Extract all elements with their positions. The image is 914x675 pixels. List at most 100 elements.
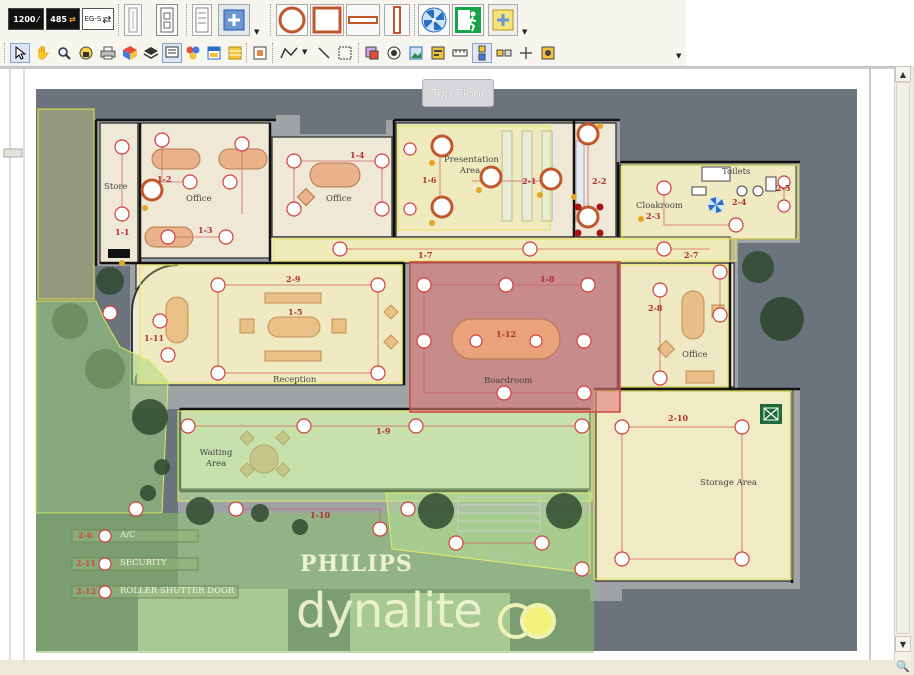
dyet-gateway-button[interactable]: EG-S ⇄ <box>82 8 114 30</box>
horizontal-line-tool-button[interactable] <box>346 4 380 36</box>
floor-tab-button[interactable]: Top Floor <box>422 79 494 107</box>
pan-hand-button[interactable]: ✋ <box>33 43 53 63</box>
toolbar-separator <box>4 43 8 63</box>
target-button[interactable] <box>384 43 404 63</box>
circle-tool-button[interactable] <box>276 4 308 36</box>
line-tool-button[interactable] <box>314 43 334 63</box>
rectangle-tool-button[interactable] <box>310 4 344 36</box>
color-layers-button[interactable] <box>120 43 140 63</box>
snap-button[interactable] <box>516 43 536 63</box>
vertical-line-tool-button[interactable] <box>384 4 410 36</box>
image-frame-icon <box>253 46 267 60</box>
legend-label-2: SECURITY <box>120 558 167 568</box>
panel-icon <box>128 7 138 33</box>
floorplan-canvas[interactable]: Top Floor Store Office Office Presentati… <box>0 66 894 661</box>
toolbar-separator <box>118 4 122 36</box>
table-button[interactable] <box>225 43 245 63</box>
zone-office-right[interactable] <box>619 264 729 388</box>
room-label-toilets: Toilets <box>722 167 751 177</box>
vertical-bar-icon <box>393 6 401 34</box>
table-grid-icon <box>228 46 242 60</box>
room-label-store: Store <box>104 182 128 192</box>
comment-button[interactable] <box>162 43 182 63</box>
group-button[interactable] <box>183 43 203 63</box>
note-icon <box>165 46 179 58</box>
channel-1-10: 1-10 <box>310 510 331 520</box>
room-label-cloakroom: Cloakroom <box>636 201 683 211</box>
panel-2-button[interactable] <box>156 4 178 36</box>
toolbar-separator <box>270 4 274 36</box>
channel-1-6: 1-6 <box>422 175 437 185</box>
zoom-button[interactable] <box>54 43 74 63</box>
channel-2-7: 2-7 <box>684 250 699 260</box>
legend-fixtures[interactable] <box>98 529 112 599</box>
ruler-icon <box>452 49 468 57</box>
image-import-button[interactable] <box>250 43 270 63</box>
zoom-magnifier-icon[interactable]: 🔍 <box>896 660 910 674</box>
zone-1-9[interactable] <box>177 410 593 502</box>
fan-button[interactable] <box>418 4 450 36</box>
scroll-down-arrow[interactable]: ▼ <box>895 636 911 652</box>
vertical-ruler-marker[interactable] <box>3 148 23 158</box>
align-horizontal-button[interactable] <box>494 43 514 63</box>
emergency-exit-button[interactable] <box>452 4 484 36</box>
room-label-office-mid: Office <box>326 194 352 204</box>
keypad-device[interactable] <box>108 249 130 258</box>
toolbar-empty-area <box>686 0 914 66</box>
layers-button[interactable] <box>141 43 161 63</box>
zone-west-corridor[interactable] <box>37 108 95 300</box>
rs485-1200-button[interactable]: 1200 ⁄ <box>8 8 44 30</box>
align-vertical-button[interactable] <box>472 43 492 63</box>
legend-channel-3: 2-12 <box>76 586 97 596</box>
toolbar-separator <box>186 4 190 36</box>
channel-2-10: 2-10 <box>668 413 689 423</box>
vertical-scrollbar[interactable]: ▲ ▼ <box>894 66 911 660</box>
add-sensor-button[interactable] <box>488 4 518 36</box>
room-label-office-left: Office <box>186 194 212 204</box>
channel-1-4: 1-4 <box>350 150 365 160</box>
room-label-office-right: Office <box>682 350 708 360</box>
layers-icon <box>143 47 159 59</box>
polyline-tool-button[interactable] <box>276 43 302 63</box>
shape-fill-button[interactable] <box>362 43 382 63</box>
toolbar-overflow-arrow[interactable]: ▼ <box>676 52 681 60</box>
add-sensor-dropdown-arrow[interactable]: ▼ <box>522 28 527 36</box>
scroll-up-arrow[interactable]: ▲ <box>895 66 911 82</box>
channel-1-9: 1-9 <box>376 426 391 436</box>
color-cube-icon <box>123 46 137 60</box>
picture-button[interactable] <box>406 43 426 63</box>
fan-device-icon[interactable] <box>708 197 724 213</box>
channel-2-1: 2-1 <box>522 176 537 186</box>
magnifier-icon <box>58 47 71 60</box>
add-device-button[interactable] <box>218 4 250 36</box>
exit-sign-device-icon[interactable] <box>760 404 782 424</box>
window-button[interactable] <box>204 43 224 63</box>
print-button[interactable] <box>98 43 118 63</box>
panel-3-button[interactable] <box>192 4 212 36</box>
ruler-button[interactable] <box>450 43 470 63</box>
properties-button[interactable] <box>538 43 558 63</box>
scroll-thumb[interactable] <box>896 82 910 634</box>
panel-1-button[interactable] <box>124 4 142 36</box>
snap-crosshair-icon <box>520 47 532 59</box>
channel-1-8: 1-8 <box>540 274 555 284</box>
select-pointer-button[interactable] <box>10 43 30 63</box>
channel-1-7: 1-7 <box>418 250 433 260</box>
fan-icon <box>421 7 447 33</box>
add-device-dropdown-arrow[interactable]: ▼ <box>254 28 259 36</box>
window-icon <box>207 46 221 60</box>
rs485-485-label: 485 <box>50 14 67 24</box>
lock-button[interactable] <box>76 43 96 63</box>
channel-2-3: 2-3 <box>646 211 661 221</box>
channel-2-9: 2-9 <box>286 274 301 284</box>
rs485-485-button[interactable]: 485 ⇄ <box>46 8 80 30</box>
label-button[interactable] <box>428 43 448 63</box>
rect-select-button[interactable] <box>335 43 355 63</box>
channel-1-11: 1-11 <box>144 333 165 343</box>
diagonal-line-icon <box>318 47 330 59</box>
target-icon <box>387 46 401 60</box>
polyline-dropdown-arrow[interactable]: ▼ <box>302 48 307 56</box>
channel-2-8: 2-8 <box>648 303 663 313</box>
zone-reception[interactable] <box>139 264 403 384</box>
channel-1-2: 1-2 <box>157 174 172 184</box>
